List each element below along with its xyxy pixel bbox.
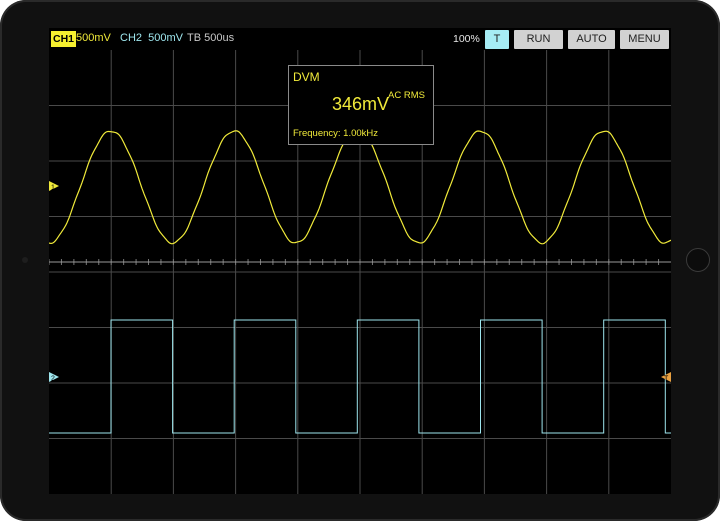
dvm-value: 346mV [332, 94, 390, 114]
dvm-panel[interactable]: DVM 346mV AC RMS Frequency: 1.00kHz [288, 65, 434, 145]
tablet-frame: CH1 500mV CH2 500mV TB 500us 100% T RUN … [0, 0, 720, 521]
timebase-label[interactable]: TB 500us [187, 32, 234, 44]
run-button[interactable]: RUN [514, 30, 563, 49]
menu-button[interactable]: MENU [620, 30, 669, 49]
trigger-level-marker[interactable]: T [661, 372, 671, 383]
ch2-marker-label: 2 [51, 376, 55, 383]
dvm-title: DVM [293, 70, 320, 84]
auto-button[interactable]: AUTO [568, 30, 615, 49]
trigger-button[interactable]: T [485, 30, 509, 49]
ch2-label[interactable]: CH2 500mV [120, 32, 183, 44]
ch1-marker-label: 1 [51, 185, 55, 192]
home-button[interactable] [686, 248, 710, 272]
scope-plot[interactable]: 1 2 T DVM 346mV AC RMS Frequency: 1.00kH… [49, 50, 671, 494]
ch1-marker[interactable]: 1 [49, 181, 59, 192]
ch1-badge[interactable]: CH1 [51, 31, 77, 47]
dvm-frequency: Frequency: 1.00kHz [293, 128, 379, 139]
dvm-mode: AC RMS [388, 90, 425, 101]
trigger-marker-label: T [664, 376, 669, 383]
camera-icon [22, 257, 28, 263]
ch2-marker[interactable]: 2 [49, 372, 59, 383]
zoom-level: 100% [453, 33, 480, 45]
oscilloscope-screen: CH1 500mV CH2 500mV TB 500us 100% T RUN … [49, 28, 671, 494]
ch1-scale[interactable]: 500mV [76, 32, 111, 44]
status-bar: CH1 500mV CH2 500mV TB 500us 100% T RUN … [49, 28, 671, 50]
